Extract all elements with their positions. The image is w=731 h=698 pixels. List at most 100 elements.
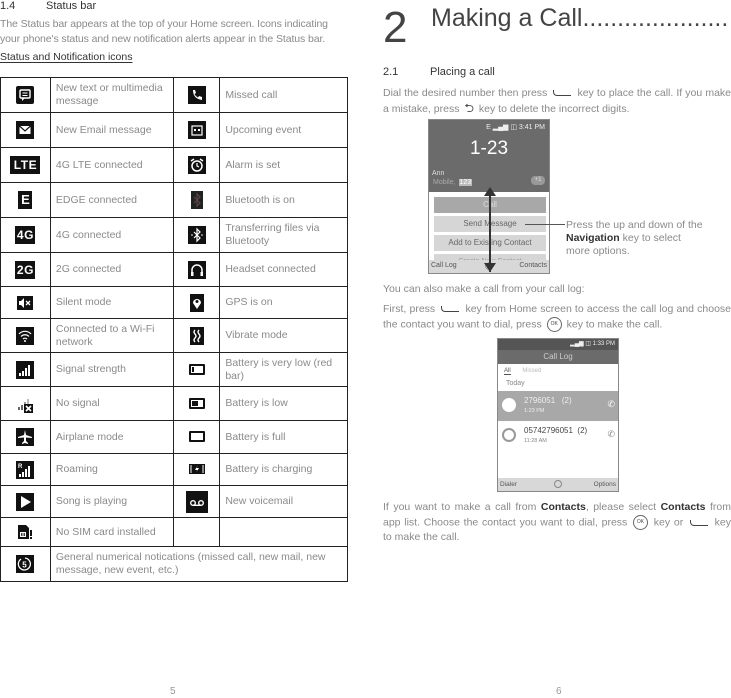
- icon-label: 4G connected: [49, 217, 175, 253]
- table-row: Signal strength Battery is very low (red…: [0, 352, 348, 387]
- icon-label: Battery is charging: [219, 453, 348, 486]
- softkey-contacts[interactable]: Contacts: [519, 262, 547, 269]
- battery-very-low-icon: [188, 363, 205, 375]
- 2g-icon: 2G: [15, 260, 36, 279]
- icon-label: Upcoming event: [219, 112, 348, 148]
- screen-title: Call Log: [498, 350, 618, 364]
- page-number: 5: [170, 686, 176, 697]
- icon-label: GPS is on: [219, 286, 348, 319]
- call-log-entry[interactable]: 2796051 (2) 1:23 PM ✆: [498, 391, 618, 421]
- contact-type-label: Mobile,: [433, 179, 456, 186]
- svg-text:R: R: [18, 464, 23, 470]
- 4g-icon: 4G: [15, 226, 36, 244]
- empty-cell: [219, 517, 348, 547]
- avatar: [502, 398, 516, 412]
- wifi-icon: [16, 326, 35, 345]
- chapter-number: 2: [383, 3, 408, 52]
- call-log-intro: You can also make a call from your call …: [383, 283, 585, 295]
- ok-key-icon: OK: [633, 515, 649, 530]
- icon-label: Transferring files via Bluetooty: [219, 217, 348, 253]
- placing-call-paragraph: Dial the desired number then press key t…: [383, 86, 731, 117]
- call-log-paragraph: First, press key from Home screen to acc…: [383, 302, 731, 332]
- status-bar: E ▂▄▆ ◫ 3:41 PM: [486, 124, 545, 131]
- icon-label: No signal: [49, 386, 175, 421]
- softkey-dialer[interactable]: Dialer: [500, 481, 517, 488]
- text: key to delete the incorrect digits.: [478, 103, 630, 115]
- back-key-icon: ⮌: [464, 101, 474, 115]
- table-row: 4G 4G connected Transferring files via B…: [0, 217, 348, 253]
- svg-text:5: 5: [23, 561, 28, 570]
- table-row: No SIM card installed: [0, 517, 348, 547]
- icon-label: 2G connected: [49, 252, 175, 287]
- play-icon: [16, 492, 35, 511]
- icon-label: Missed call: [219, 77, 348, 113]
- no-signal-icon: [16, 394, 35, 413]
- bold-text: Contacts: [540, 501, 586, 513]
- icon-label: New text or multimedia message: [49, 77, 175, 113]
- call-log-entry[interactable]: 05742796051 (2) 11:28 AM ✆: [498, 421, 618, 451]
- table-row: 5 General numerical notications (missed …: [0, 546, 349, 582]
- section-title: Placing a call: [430, 66, 495, 78]
- bold-text: Contacts: [660, 501, 706, 513]
- icons-subtitle: Status and Notification icons: [0, 51, 133, 63]
- icon-label: Battery is very low (red bar): [219, 352, 348, 387]
- call-log-screenshot: ▂▄▆ ◫ 1:33 PM Call Log All Missed Today …: [497, 338, 619, 492]
- lte-icon: LTE: [10, 156, 41, 174]
- call-key-icon: [689, 519, 708, 526]
- text: If you want to make a call from: [383, 501, 537, 513]
- tab-all[interactable]: All: [504, 368, 511, 375]
- softkey-center[interactable]: [554, 480, 562, 488]
- signal-icon: [16, 360, 35, 379]
- softkey-bar: Dialer Options: [498, 478, 618, 491]
- softkey-call-log[interactable]: Call Log: [431, 262, 457, 269]
- avatar: [502, 428, 516, 442]
- message-icon: [16, 86, 35, 104]
- battery-full-icon: [188, 431, 205, 443]
- contact-type: Mobile, 123: [432, 179, 473, 186]
- icon-label: Headset connected: [219, 252, 348, 287]
- bluetooth-transfer-icon: [187, 226, 206, 244]
- chapter-title: Making a Call.....................: [431, 4, 729, 32]
- icon-label: Battery is full: [219, 420, 348, 454]
- dialed-number: 1-23: [469, 138, 509, 159]
- icon-label: Connected to a Wi-Fi network: [49, 318, 175, 353]
- text: key or: [653, 516, 684, 529]
- table-row: No signal Battery is low: [0, 386, 348, 421]
- softkey-options[interactable]: Options: [594, 481, 616, 488]
- icon-label: Silent mode: [49, 286, 175, 319]
- roaming-icon: R: [16, 460, 35, 479]
- icon-label: General numerical notications (missed ca…: [49, 546, 349, 582]
- battery-charging-icon: [187, 463, 206, 476]
- intro-paragraph: The Status bar appears at the top of you…: [0, 18, 328, 45]
- arrow-down-icon: [484, 263, 496, 272]
- tab-missed[interactable]: Missed: [522, 368, 541, 374]
- text: Press the up and down of the: [566, 219, 703, 231]
- section-heading: 2.1 Placing a call: [383, 66, 495, 78]
- icon-label: EDGE connected: [49, 182, 175, 218]
- text: , please select: [585, 501, 657, 513]
- text: Dial the desired number then press: [383, 87, 548, 99]
- entry-time: 1:23 PM: [524, 408, 545, 414]
- icon-label: Vibrate mode: [219, 318, 348, 353]
- navigation-arrow: [489, 190, 491, 272]
- airplane-icon: [16, 428, 35, 446]
- section-number: 1.4: [0, 0, 16, 12]
- section-title: Status bar: [46, 0, 97, 12]
- call-key-icon: [441, 306, 460, 313]
- contacts-paragraph: If you want to make a call from Contacts…: [383, 500, 731, 545]
- page-number: 6: [556, 686, 562, 697]
- outgoing-call-icon: ✆: [607, 399, 615, 409]
- section-number: 2.1: [383, 66, 399, 78]
- table-row: Airplane mode Battery is full: [0, 420, 348, 454]
- icon-label: No SIM card installed: [49, 517, 175, 547]
- status-icons-table: New text or multimedia message Missed ca…: [0, 77, 349, 582]
- vibrate-icon: [189, 326, 204, 345]
- call-log-tabs: All Missed: [504, 368, 541, 375]
- battery-low-icon: [188, 397, 205, 409]
- voicemail-icon: [185, 490, 208, 513]
- entry-time: 11:28 AM: [524, 438, 547, 444]
- group-header: Today: [506, 380, 525, 387]
- table-row: New Email message Upcoming event: [0, 112, 348, 148]
- missed-call-icon: [187, 86, 206, 104]
- table-row: Silent mode GPS is on: [0, 286, 348, 319]
